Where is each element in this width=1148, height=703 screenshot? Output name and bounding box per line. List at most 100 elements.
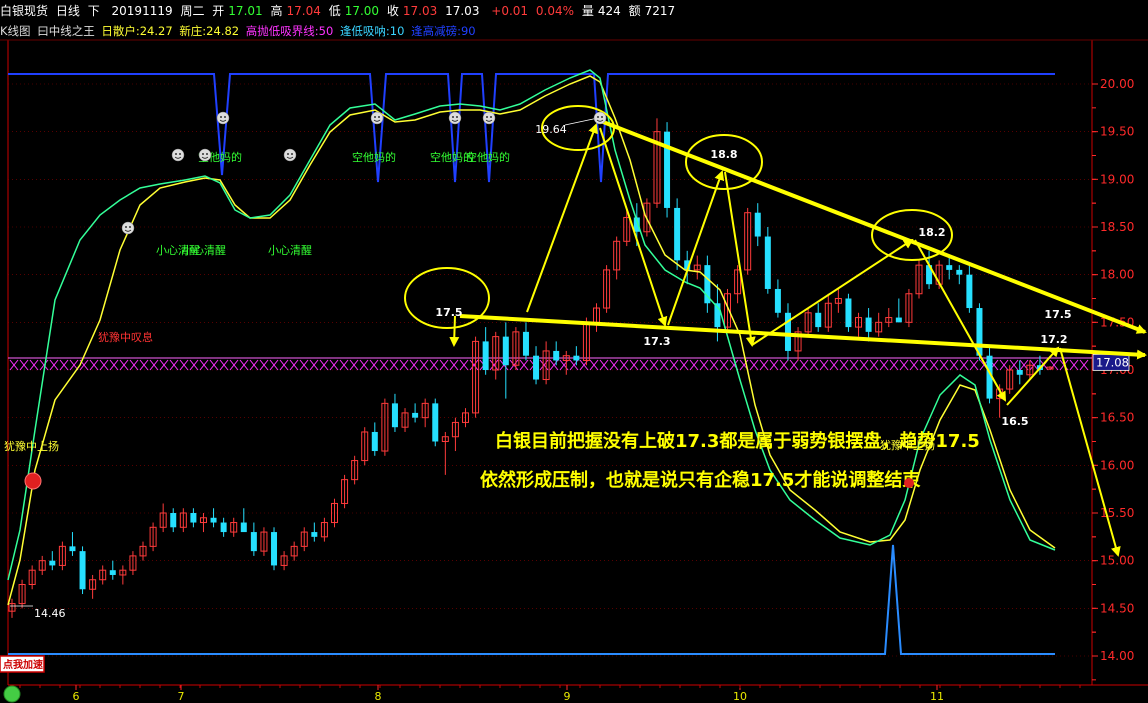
smiley-icon: [593, 111, 607, 125]
smiley-icon: [171, 148, 185, 162]
signal-dot: [24, 472, 42, 490]
magenta-x-mark: [89, 359, 99, 371]
candle-body-down: [865, 317, 872, 332]
magenta-x-mark: [129, 359, 139, 371]
magenta-x-mark: [519, 359, 529, 371]
smiley-face: [448, 111, 462, 125]
magenta-x-mark: [109, 359, 119, 371]
price-tick-label: 14.00: [1100, 649, 1134, 663]
magenta-x-mark: [929, 359, 939, 371]
magenta-x-mark: [29, 359, 39, 371]
smiley-eye: [179, 153, 181, 155]
smiley-eye: [378, 116, 380, 118]
smiley-face: [593, 111, 607, 125]
magenta-x-mark: [309, 359, 319, 371]
candle-body-down: [533, 355, 540, 380]
candle-body-down: [502, 336, 509, 366]
candle-body-down: [976, 308, 983, 356]
magenta-x-mark: [439, 359, 449, 371]
high-price-leader: [564, 117, 599, 126]
time-axis: 6 7 8 9 10 11: [19, 685, 1081, 703]
smiley-eye: [601, 116, 603, 118]
time-tick-label: 9: [564, 690, 571, 703]
magenta-x-mark: [939, 359, 949, 371]
candle-body-down: [250, 532, 257, 552]
ma-green-line: [7, 69, 1056, 581]
magenta-dashed-line: [8, 357, 1092, 371]
candle-body-down: [220, 522, 227, 533]
magenta-x-mark: [849, 359, 859, 371]
magenta-x-mark: [869, 359, 879, 371]
smiley-icon: [121, 221, 135, 235]
magenta-x-mark: [559, 359, 569, 371]
magenta-x-mark: [1079, 359, 1089, 371]
overlay-label: 空他妈的: [466, 150, 510, 164]
magenta-x-mark: [159, 359, 169, 371]
candle-body-down: [784, 312, 791, 351]
annotation-arrow: [1006, 346, 1060, 406]
kline-chart[interactable]: 20.0019.5019.0018.5018.0017.5017.0016.50…: [0, 0, 1148, 703]
candle-body-down: [79, 551, 86, 590]
magenta-x-mark: [369, 359, 379, 371]
magenta-x-mark: [359, 359, 369, 371]
candle-body-down: [845, 298, 852, 328]
price-tick-label: 16.50: [1100, 411, 1134, 425]
annotation-arrow: [449, 315, 460, 347]
magenta-x-mark: [679, 359, 689, 371]
candle-body-down: [522, 331, 529, 356]
magenta-x-mark: [599, 359, 609, 371]
magenta-x-mark: [1009, 359, 1019, 371]
smiley-eye: [206, 153, 208, 155]
magenta-x-mark: [299, 359, 309, 371]
time-tick-label: 6: [73, 690, 80, 703]
smiley-face: [171, 148, 185, 162]
smiley-eye: [220, 116, 222, 118]
candle-body-down: [49, 560, 56, 566]
candle-body-down: [170, 513, 177, 528]
annotation-arrow: [526, 123, 598, 313]
magenta-x-mark: [279, 359, 289, 371]
indicator-blue-bottom: [8, 544, 1055, 655]
magenta-x-mark: [859, 359, 869, 371]
smiley-icon: [198, 148, 212, 162]
candle-body-down: [271, 532, 278, 566]
magenta-x-mark: [919, 359, 929, 371]
time-tick-label: 11: [930, 690, 944, 703]
magenta-x-mark: [949, 359, 959, 371]
point-label-16-5: 16.5: [1001, 415, 1028, 428]
magenta-x-mark: [9, 359, 19, 371]
overlay-label: 空他妈的: [352, 150, 396, 164]
candle-body-down: [815, 312, 822, 328]
smiley-eye: [291, 153, 293, 155]
magenta-x-mark: [229, 359, 239, 371]
candle-body-down: [190, 513, 197, 523]
magenta-x-mark: [449, 359, 459, 371]
magenta-x-mark: [349, 359, 359, 371]
smiley-eye: [490, 116, 492, 118]
time-tick-label: 7: [178, 690, 185, 703]
smiley-eye: [374, 116, 376, 118]
magenta-x-mark: [389, 359, 399, 371]
smiley-face: [283, 148, 297, 162]
magenta-x-mark: [319, 359, 329, 371]
magenta-x-mark: [249, 359, 259, 371]
magenta-x-mark: [749, 359, 759, 371]
smiley-eye: [129, 226, 131, 228]
price-tick-label: 19.00: [1100, 172, 1134, 186]
commentary-line-2: 依然形成压制，也就是说只有企稳17.5才能说调整结束: [480, 469, 921, 491]
smiley-face: [482, 111, 496, 125]
candle-body-down: [371, 431, 378, 452]
smiley-eye: [202, 153, 204, 155]
speed-badge: 点我加速: [0, 655, 45, 703]
magenta-x-mark: [339, 359, 349, 371]
smiley-eye: [452, 116, 454, 118]
candle-body-down: [1016, 370, 1023, 375]
magenta-x-mark: [399, 359, 409, 371]
smiley-icon: [283, 148, 297, 162]
candle-body-down: [412, 412, 419, 418]
overlay-label: 犹豫中上扬: [4, 439, 59, 453]
magenta-x-mark: [759, 359, 769, 371]
magenta-x-mark: [469, 359, 479, 371]
smiley-eye: [175, 153, 177, 155]
smiley-eye: [597, 116, 599, 118]
